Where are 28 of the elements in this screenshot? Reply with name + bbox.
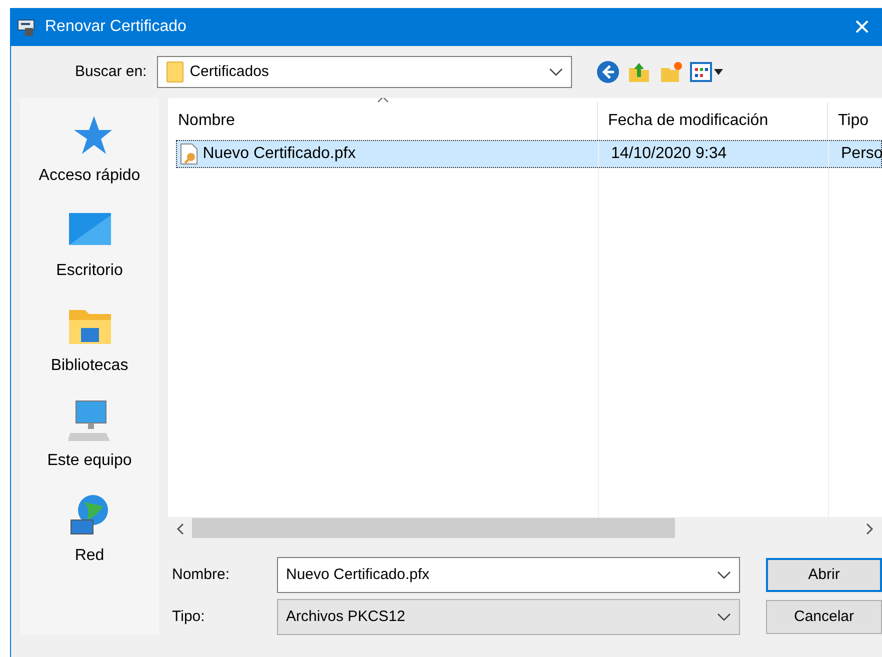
sidebar-item[interactable]: Red [66,492,112,587]
file-type-dropdown[interactable]: Archivos PKCS12 [277,599,740,635]
window-title: Renovar Certificado [45,17,186,37]
scroll-left-icon [176,523,184,536]
type-label: Tipo: [172,606,206,627]
sidebar-item[interactable]: Este equipo [47,397,132,492]
open-button[interactable]: Abrir [766,558,882,592]
chevron-icon [717,571,731,579]
look-in-dropdown[interactable]: Certificados [156,56,572,88]
view-menu-icon [690,60,724,84]
cancel-button[interactable]: Cancelar [766,600,882,634]
back-icon [596,60,620,84]
look-in-value: Certificados [190,62,269,82]
file-row[interactable]: Nuevo Certificado.pfx 14/10/2020 9:34 Perso [176,140,882,168]
close-button[interactable]: × [842,13,882,41]
name-label: Nombre: [172,564,231,585]
file-name-field[interactable]: Nuevo Certificado.pfx [277,557,740,593]
chevron-icon [548,68,563,76]
chevron-icon [717,613,731,621]
sidebar-item[interactable]: Bibliotecas [50,302,128,397]
certificate-icon [17,17,37,37]
look-in-label: Buscar en: [75,62,147,82]
new-folder-icon [658,60,683,84]
sidebar-item[interactable]: Escritorio [56,207,123,302]
certificate-file-icon [179,143,199,165]
scroll-right-icon [866,523,874,536]
folder-icon [166,61,184,83]
sidebar-item[interactable]: Acceso rápido [38,112,140,207]
